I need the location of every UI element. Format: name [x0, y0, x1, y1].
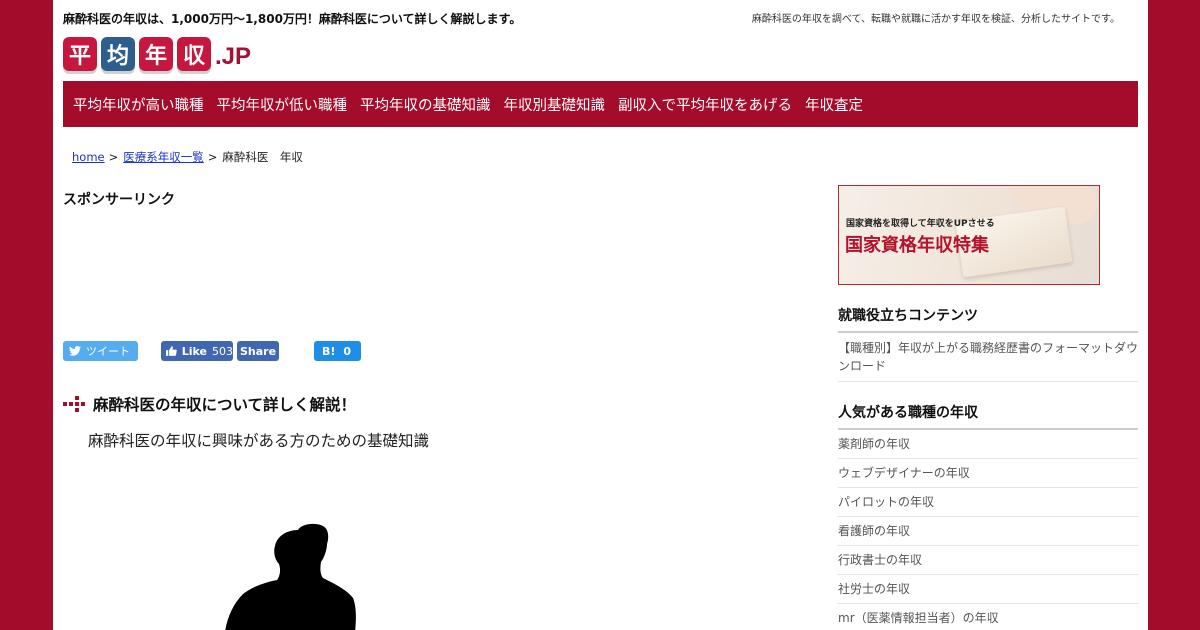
like-label: Like [181, 344, 207, 358]
thumbs-up-icon [166, 346, 177, 356]
sidebar-link-nurse[interactable]: 看護師の年収 [838, 517, 1138, 546]
nav-item-side-income[interactable]: 副収入で平均年収をあげる [612, 94, 799, 115]
like-count: 503 [212, 344, 233, 358]
logo-tile: 収 [177, 37, 211, 71]
nav-item-high-income[interactable]: 平均年収が高い職種 [63, 94, 210, 115]
tweet-button[interactable]: ツイート [63, 341, 138, 361]
facebook-like-button[interactable]: Like 503 [161, 341, 233, 361]
breadcrumb-separator: > [108, 150, 119, 164]
nav-item-low-income[interactable]: 平均年収が低い職種 [210, 94, 354, 115]
main-navigation: 平均年収が高い職種 平均年収が低い職種 平均年収の基礎知識 年収別基礎知識 副収… [63, 81, 1138, 127]
breadcrumb-separator: > [207, 150, 218, 164]
hatena-count: 0 [343, 344, 352, 358]
nav-item-basics[interactable]: 平均年収の基礎知識 [354, 94, 498, 115]
logo-tile-char: 年 [144, 44, 167, 69]
sidebar: 国家資格を取得して年収をUPさせる 国家資格年収特集 就職役立ちコンテンツ 【職… [838, 185, 1138, 630]
sidebar-link-labor-consultant[interactable]: 社労士の年収 [838, 575, 1138, 604]
site-logo[interactable]: 平 均 年 収 .JP [63, 29, 251, 71]
header-lead-text: 麻酔科医の年収は、1,000万円～1,800万円！麻酔科医について詳しく解説しま… [63, 12, 522, 26]
logo-tile: 均 [101, 37, 135, 71]
breadcrumb-home-link[interactable]: home [72, 150, 105, 164]
national-qualification-banner[interactable]: 国家資格を取得して年収をUPさせる 国家資格年収特集 [838, 185, 1100, 285]
logo-tile-char: 平 [68, 44, 91, 69]
article-heading: 麻酔科医の年収について詳しく解説！ [63, 393, 356, 415]
article-heading-text: 麻酔科医の年収について詳しく解説！ [93, 396, 357, 414]
facebook-share-button[interactable]: Share [237, 341, 279, 361]
banner-title: 国家資格年収特集 [845, 235, 989, 256]
logo-tile-char: 収 [182, 44, 205, 69]
banner-small-text: 国家資格を取得して年収をUPさせる [846, 219, 995, 229]
logo-tile: 年 [139, 37, 173, 71]
sidebar-heading-popular-jobs: 人気がある職種の年収 [838, 402, 1138, 430]
hatena-bookmark-icon: B! [322, 344, 336, 358]
sidebar-link-web-designer[interactable]: ウェブデザイナーの年収 [838, 459, 1138, 488]
tweet-label: ツイート [86, 345, 130, 358]
logo-suffix: .JP [215, 43, 252, 70]
share-label: Share [239, 344, 277, 358]
breadcrumb: home > 医療系年収一覧 > 麻酔科医 年収 [72, 149, 303, 165]
dotted-heading-marker-icon [63, 396, 85, 412]
breadcrumb-current: 麻酔科医 年収 [222, 150, 303, 164]
sidebar-heading-career-content: 就職役立ちコンテンツ [838, 305, 1138, 333]
sidebar-link-mr[interactable]: mr（医薬情報担当者）の年収 [838, 604, 1138, 630]
nav-item-assessment[interactable]: 年収査定 [799, 94, 870, 115]
nav-item-by-income[interactable]: 年収別基礎知識 [497, 94, 612, 115]
logo-tile: 平 [63, 37, 97, 71]
twitter-bird-icon [69, 346, 81, 356]
header-site-description: 麻酔科医の年収を調べて、転職や就職に活かす年収を検証、分析したサイトです。 [751, 14, 1120, 25]
hatena-bookmark-button[interactable]: B! 0 [314, 341, 361, 361]
sidebar-popular-job-links: 薬剤師の年収 ウェブデザイナーの年収 パイロットの年収 看護師の年収 行政書士の… [838, 430, 1138, 630]
logo-tile-char: 均 [106, 44, 129, 69]
sidebar-link-resume-format[interactable]: 【職種別】年収が上がる職務経歴書のフォーマットダウンロード [838, 333, 1138, 382]
sidebar-link-administrative-scrivener[interactable]: 行政書士の年収 [838, 546, 1138, 575]
sponsor-label: スポンサーリンク [63, 192, 175, 208]
sidebar-link-pilot[interactable]: パイロットの年収 [838, 488, 1138, 517]
article-subheading: 麻酔科医の年収に興味がある方のための基礎知識 [88, 432, 430, 450]
breadcrumb-category-link[interactable]: 医療系年収一覧 [123, 150, 204, 164]
page-container: 麻酔科医の年収は、1,000万円～1,800万円！麻酔科医について詳しく解説しま… [53, 0, 1148, 630]
sidebar-career-links: 【職種別】年収が上がる職務経歴書のフォーマットダウンロード [838, 333, 1138, 382]
person-silhouette-image [225, 523, 356, 630]
sidebar-link-pharmacist[interactable]: 薬剤師の年収 [838, 430, 1138, 459]
